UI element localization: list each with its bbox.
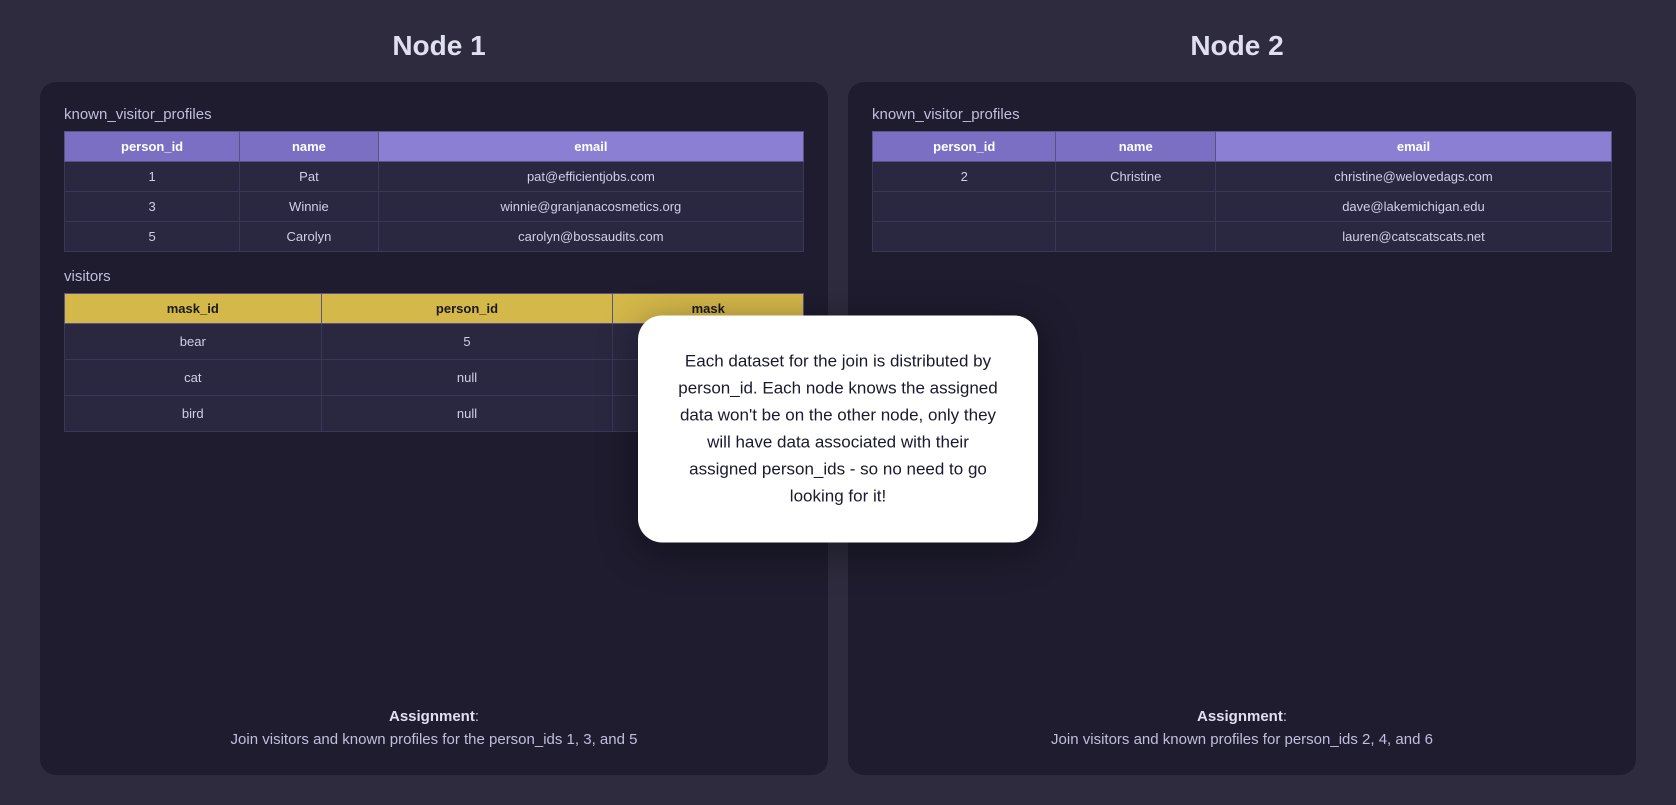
- node2-col-person-id: person_id: [873, 132, 1056, 162]
- node2-title: Node 2: [878, 30, 1596, 62]
- node1-col-email: email: [378, 132, 803, 162]
- page-title-row: Node 1 Node 2: [40, 30, 1636, 62]
- node1-table2-name: visitors: [64, 268, 804, 285]
- table-row: 5 Carolyn carolyn@bossaudits.com: [65, 222, 804, 252]
- node2-assignment-text: Join visitors and known profiles for per…: [1051, 731, 1433, 748]
- table-row: dave@lakemichigan.edu: [873, 192, 1612, 222]
- table-row: 3 Winnie winnie@granjanacosmetics.org: [65, 192, 804, 222]
- table-row: lauren@catscatscats.net: [873, 222, 1612, 252]
- node2-table1-section: known_visitor_profiles person_id name em…: [872, 106, 1612, 252]
- node1-col-name: name: [240, 132, 379, 162]
- node2-table1: person_id name email 2 Christine christi…: [872, 131, 1612, 252]
- node1-assignment-text: Join visitors and known profiles for the…: [231, 731, 638, 748]
- node1-table1-name: known_visitor_profiles: [64, 106, 804, 123]
- node1-col-person-id: person_id: [65, 132, 240, 162]
- table-row: 2 Christine christine@welovedags.com: [873, 162, 1612, 192]
- node2-col-name: name: [1056, 132, 1216, 162]
- node1-visitors-col-maskid: mask_id: [65, 294, 322, 324]
- node1-table1-section: known_visitor_profiles person_id name em…: [64, 106, 804, 252]
- tooltip-overlay: Each dataset for the join is distributed…: [638, 315, 1038, 542]
- node1-assignment-label: Assignment: [389, 708, 475, 725]
- node1-visitors-col-personid: person_id: [321, 294, 613, 324]
- main-content: known_visitor_profiles person_id name em…: [40, 82, 1636, 775]
- node1-assignment: Assignment: Join visitors and known prof…: [64, 686, 804, 751]
- node2-table1-name: known_visitor_profiles: [872, 106, 1612, 123]
- tooltip-text: Each dataset for the join is distributed…: [678, 351, 997, 506]
- node1-title: Node 1: [80, 30, 798, 62]
- node2-col-email: email: [1215, 132, 1611, 162]
- node1-table1: person_id name email 1 Pat pat@efficient…: [64, 131, 804, 252]
- node2-assignment: Assignment: Join visitors and known prof…: [872, 686, 1612, 751]
- table-row: 1 Pat pat@efficientjobs.com: [65, 162, 804, 192]
- node2-assignment-label: Assignment: [1197, 708, 1283, 725]
